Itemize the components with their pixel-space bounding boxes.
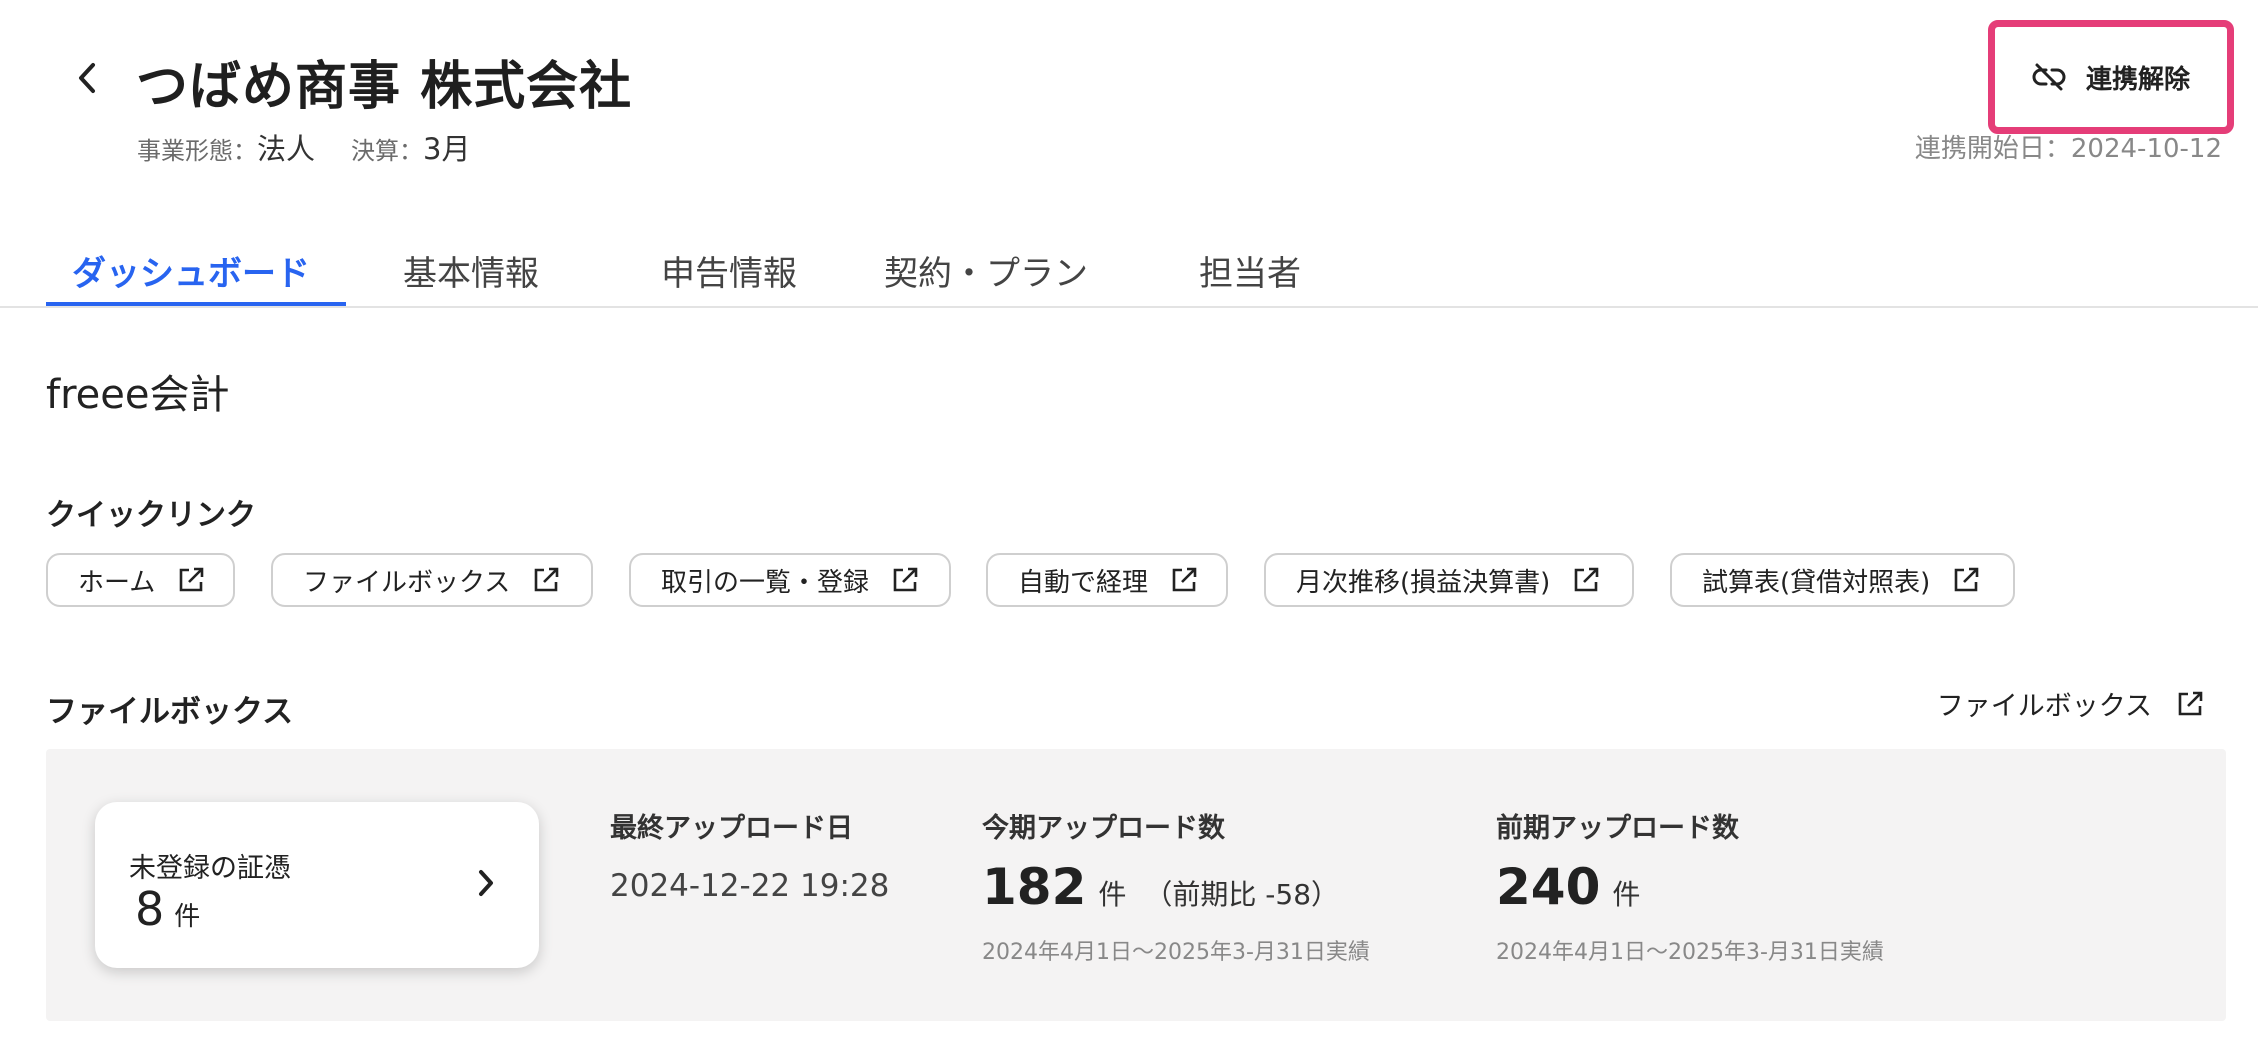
previous-period: 2024年4月1日〜2025年3-月31日実績 <box>1496 940 1884 965</box>
current-uploads-unit: 件 <box>1098 878 1127 911</box>
external-link-icon <box>1950 564 1982 596</box>
previous-uploads-unit: 件 <box>1612 878 1641 911</box>
quicklink-label: 自動で経理 <box>1018 567 1149 598</box>
unregistered-count-value: 8 <box>135 882 165 936</box>
unregistered-count-unit: 件 <box>174 902 201 932</box>
tab-basic-info[interactable]: 基本情報 <box>403 246 539 295</box>
previous-uploads-value: 240 件 <box>1496 858 1640 916</box>
business-type-value: 法人 <box>257 132 316 166</box>
current-uploads-comparison: （前期比 -58） <box>1144 878 1340 911</box>
unlink-button[interactable]: 連携解除 <box>1988 20 2234 134</box>
tab-dashboard[interactable]: ダッシュボード <box>72 246 310 295</box>
business-type-label: 事業形態： <box>137 137 257 165</box>
filebox-link-label: ファイルボックス <box>1936 691 2152 722</box>
chevron-left-icon <box>79 63 95 93</box>
last-upload-label: 最終アップロード日 <box>610 813 853 844</box>
quicklink-label: ファイルボックス <box>303 567 511 598</box>
previous-uploads-label: 前期アップロード数 <box>1496 813 1739 844</box>
quicklink-label: 取引の一覧・登録 <box>661 567 870 598</box>
quicklink-label: 月次推移(損益決算書) <box>1296 567 1551 598</box>
external-link-icon <box>530 564 562 596</box>
unregistered-title: 未登録の証憑 <box>129 853 291 884</box>
unregistered-count: 8件 <box>135 882 200 936</box>
section-title-app: freee会計 <box>46 372 230 418</box>
fiscal-value: 3月 <box>423 132 471 166</box>
quicklink-auto-accounting[interactable]: 自動で経理 <box>986 553 1228 607</box>
company-meta: 事業形態： 法人 決算： 3月 <box>137 126 470 168</box>
filebox-title: ファイルボックス <box>46 694 294 730</box>
quicklinks-title: クイックリンク <box>46 498 256 533</box>
page-title: つばめ商事 株式会社 <box>136 57 633 117</box>
fiscal-label: 決算： <box>351 137 424 165</box>
unlink-icon <box>2032 63 2066 91</box>
filebox-external-link[interactable]: ファイルボックス <box>1937 684 2206 723</box>
quicklink-label: 試算表(貸借対照表) <box>1702 567 1931 598</box>
chevron-right-icon <box>479 870 493 896</box>
external-link-icon <box>175 564 207 596</box>
external-link-icon <box>889 564 921 596</box>
current-period: 2024年4月1日〜2025年3-月31日実績 <box>982 940 1370 965</box>
tab-assignee[interactable]: 担当者 <box>1199 246 1301 295</box>
unlink-label: 連携解除 <box>2085 64 2190 95</box>
tab-contract-plan[interactable]: 契約・プラン <box>884 246 1088 295</box>
current-uploads-label: 今期アップロード数 <box>982 813 1225 844</box>
quicklink-trial-balance[interactable]: 試算表(貸借対照表) <box>1670 553 2015 607</box>
external-link-icon <box>1168 564 1200 596</box>
external-link-icon <box>1570 564 1602 596</box>
previous-uploads-number: 240 <box>1496 858 1601 916</box>
quicklink-label: ホーム <box>78 567 156 598</box>
back-button[interactable] <box>62 48 112 108</box>
tab-bar: ダッシュボード 基本情報 申告情報 契約・プラン 担当者 <box>0 240 2258 308</box>
current-uploads-number: 182 <box>982 858 1087 916</box>
current-uploads-value: 182 件 （前期比 -58） <box>982 858 1339 916</box>
quicklink-home[interactable]: ホーム <box>46 553 235 607</box>
unregistered-receipts-card[interactable]: 未登録の証憑 8件 <box>95 802 539 968</box>
tab-tax-filing-info[interactable]: 申告情報 <box>661 246 797 295</box>
active-tab-indicator <box>46 302 346 306</box>
quicklink-filebox[interactable]: ファイルボックス <box>271 553 593 607</box>
link-start-date: 連携開始日：2024-10-12 <box>1914 134 2222 164</box>
last-upload-value: 2024-12-22 19:28 <box>610 868 890 904</box>
quicklink-transactions[interactable]: 取引の一覧・登録 <box>629 553 951 607</box>
quicklink-monthly-pl[interactable]: 月次推移(損益決算書) <box>1264 553 1634 607</box>
external-link-icon <box>2174 688 2206 720</box>
